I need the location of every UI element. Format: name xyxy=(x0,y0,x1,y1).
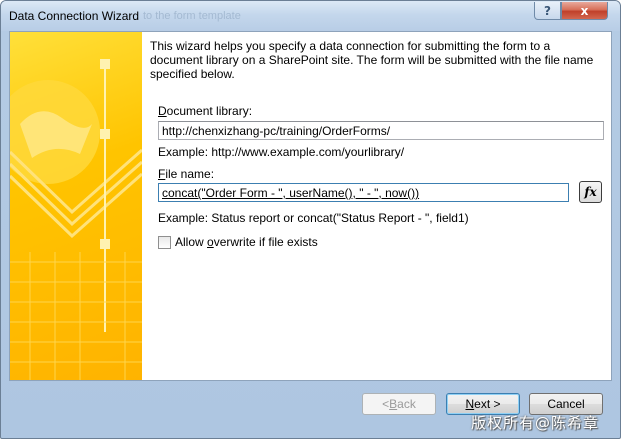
file-name-input[interactable]: concat("Order Form - ", userName(), " - … xyxy=(158,183,569,202)
allow-overwrite-checkbox[interactable] xyxy=(158,235,171,249)
file-name-value: concat("Order Form - ", userName(), " - … xyxy=(162,186,420,200)
copyright-watermark: 版权所有@陈希章 xyxy=(471,414,600,432)
wizard-body: This wizard helps you specify a data con… xyxy=(9,31,612,381)
wizard-content: This wizard helps you specify a data con… xyxy=(150,32,610,380)
wizard-banner-image xyxy=(10,32,142,380)
allow-overwrite-label: Allow overwrite if file exists xyxy=(175,235,318,249)
fx-icon: fx xyxy=(584,185,597,199)
help-button[interactable]: ? xyxy=(534,2,561,20)
back-button[interactable]: < Back xyxy=(362,393,436,415)
title-bar[interactable]: Data Connection Wizard to the form templ… xyxy=(1,1,620,31)
document-library-input[interactable]: http://chenxizhang-pc/training/OrderForm… xyxy=(158,121,604,140)
allow-overwrite-option[interactable]: Allow overwrite if file exists xyxy=(158,235,318,249)
document-library-example: Example: http://www.example.com/yourlibr… xyxy=(158,145,405,159)
intro-text: This wizard helps you specify a data con… xyxy=(150,39,594,81)
window-title: Data Connection Wizard xyxy=(9,9,140,23)
help-icon: ? xyxy=(544,3,551,18)
insert-function-button[interactable]: fx xyxy=(579,181,602,203)
title-ghost-text: to the form template xyxy=(143,10,241,22)
file-name-label: File name: xyxy=(158,167,215,181)
banner-artwork-icon xyxy=(10,59,142,380)
close-icon: x xyxy=(580,3,589,18)
close-button[interactable]: x xyxy=(561,2,608,20)
document-library-label: Document library: xyxy=(158,104,253,118)
file-name-example: Example: Status report or concat("Status… xyxy=(158,211,469,225)
wizard-window: Data Connection Wizard to the form templ… xyxy=(0,0,621,439)
